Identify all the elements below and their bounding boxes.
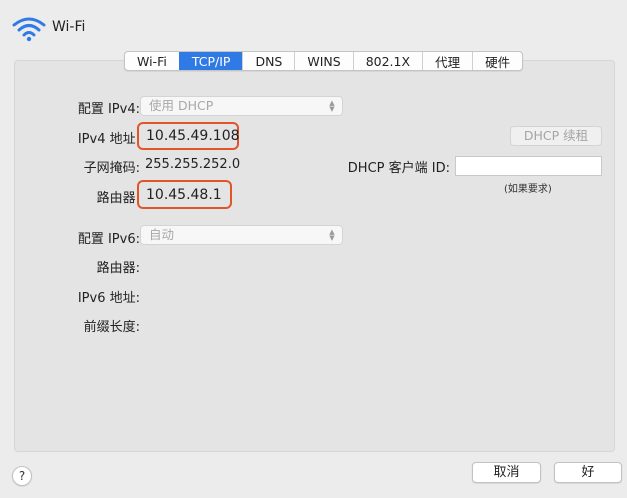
configure-ipv6-select[interactable]: 自动 ▲ ▼ [140,225,343,245]
tab-8021x[interactable]: 802.1X [352,52,422,70]
tab-wins[interactable]: WINS [294,52,352,70]
ipv4-address-value: 10.45.49.108 [146,128,240,144]
help-button[interactable]: ? [12,466,32,486]
ok-button[interactable]: 好 [554,462,622,483]
ipv4-router-value: 10.45.48.1 [146,187,222,203]
chevron-updown-icon: ▲ ▼ [329,228,335,242]
configure-ipv4-value: 使用 DHCP [149,98,214,113]
ipv6-router-label: 路由器: [96,261,140,276]
configure-ipv4-label: 配置 IPv4: [77,102,140,117]
tcpip-panel [14,60,615,452]
tab-hardware[interactable]: 硬件 [472,52,522,70]
dhcp-renew-button[interactable]: DHCP 续租 [510,126,602,146]
window-header: Wi-Fi [0,0,627,52]
ipv4-address-label: IPv4 地址: [77,132,140,147]
cancel-button[interactable]: 取消 [472,462,541,483]
configure-ipv6-label: 配置 IPv6: [77,232,140,247]
dhcp-client-id-hint: (如果要求) [504,184,552,195]
prefix-length-label: 前缀长度: [83,320,140,335]
chevron-updown-icon: ▲ ▼ [329,99,335,113]
ipv4-address-highlight: 10.45.49.108 [137,122,240,150]
tab-dns[interactable]: DNS [242,52,294,70]
window-title: Wi-Fi [52,19,86,35]
tab-bar: Wi-Fi TCP/IP DNS WINS 802.1X 代理 硬件 [124,51,524,71]
dhcp-client-id-label: DHCP 客户端 ID: [347,161,450,176]
ipv6-address-label: IPv6 地址: [77,291,140,306]
router-highlight: 10.45.48.1 [137,180,232,209]
dhcp-client-id-input[interactable] [455,156,602,176]
subnet-mask-label: 子网掩码: [83,161,140,176]
wifi-icon [12,17,46,42]
tab-tcpip[interactable]: TCP/IP [178,52,243,70]
subnet-mask-value: 255.255.252.0 [145,157,241,172]
configure-ipv6-value: 自动 [149,227,175,242]
configure-ipv4-select[interactable]: 使用 DHCP ▲ ▼ [140,96,343,116]
tab-proxy[interactable]: 代理 [422,52,472,70]
tab-wifi[interactable]: Wi-Fi [125,52,179,70]
ipv4-router-label: 路由器: [96,191,140,206]
